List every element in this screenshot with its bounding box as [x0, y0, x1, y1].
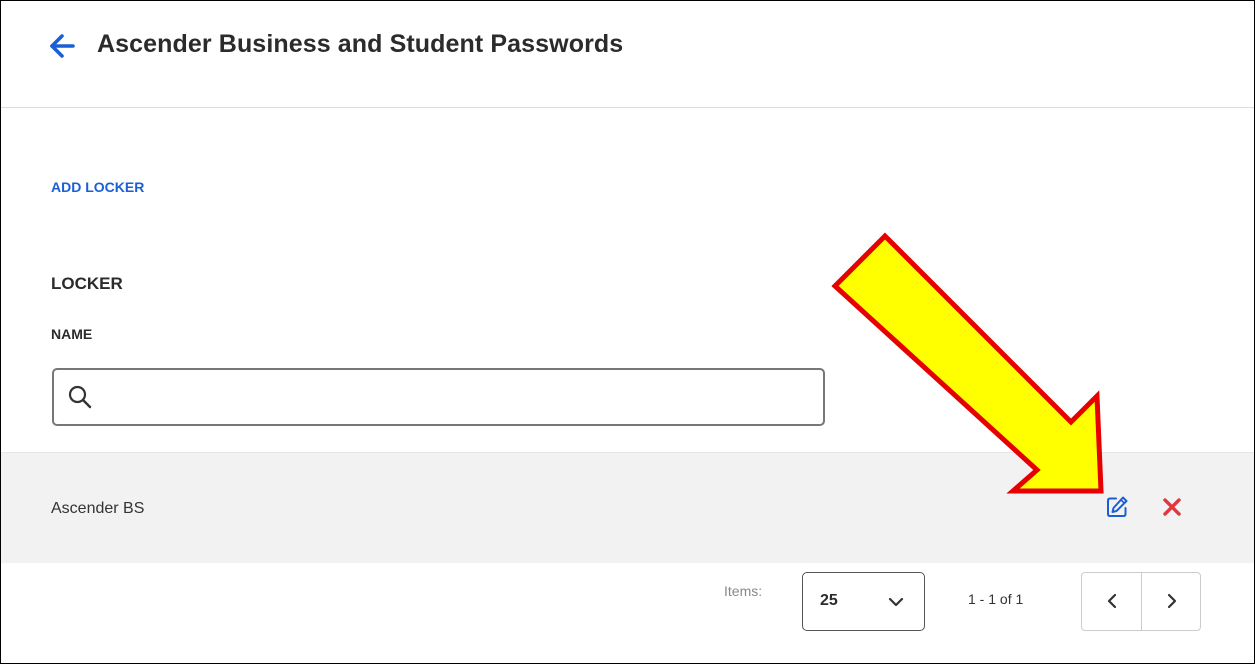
- name-column-header: NAME: [51, 326, 93, 342]
- edit-icon[interactable]: [1105, 495, 1129, 519]
- arrow-left-icon[interactable]: [49, 31, 75, 61]
- locker-name-cell: Ascender BS: [51, 500, 145, 517]
- pagination-controls: [1081, 572, 1201, 631]
- items-per-page-label: Items:: [724, 583, 763, 599]
- items-per-page-select[interactable]: 25: [802, 572, 925, 631]
- app-window: Ascender Business and Student Passwords …: [0, 0, 1255, 664]
- chevron-right-icon: [1167, 593, 1177, 609]
- delete-icon[interactable]: [1161, 496, 1183, 518]
- name-filter-box: [52, 368, 825, 426]
- items-per-page-value: 25: [820, 592, 838, 609]
- table-row[interactable]: Ascender BS: [1, 452, 1254, 563]
- name-search-input[interactable]: [104, 378, 808, 418]
- page-title: Ascender Business and Student Passwords: [97, 30, 624, 58]
- add-locker-button[interactable]: ADD LOCKER: [51, 179, 144, 195]
- chevron-down-icon: [888, 597, 904, 607]
- search-icon: [68, 385, 92, 409]
- chevron-left-icon: [1107, 593, 1117, 609]
- page-header: Ascender Business and Student Passwords: [1, 1, 1254, 108]
- pagination-range: 1 - 1 of 1: [968, 591, 1024, 607]
- next-page-button[interactable]: [1142, 573, 1201, 630]
- locker-section-heading: LOCKER: [51, 274, 123, 293]
- previous-page-button[interactable]: [1082, 573, 1141, 630]
